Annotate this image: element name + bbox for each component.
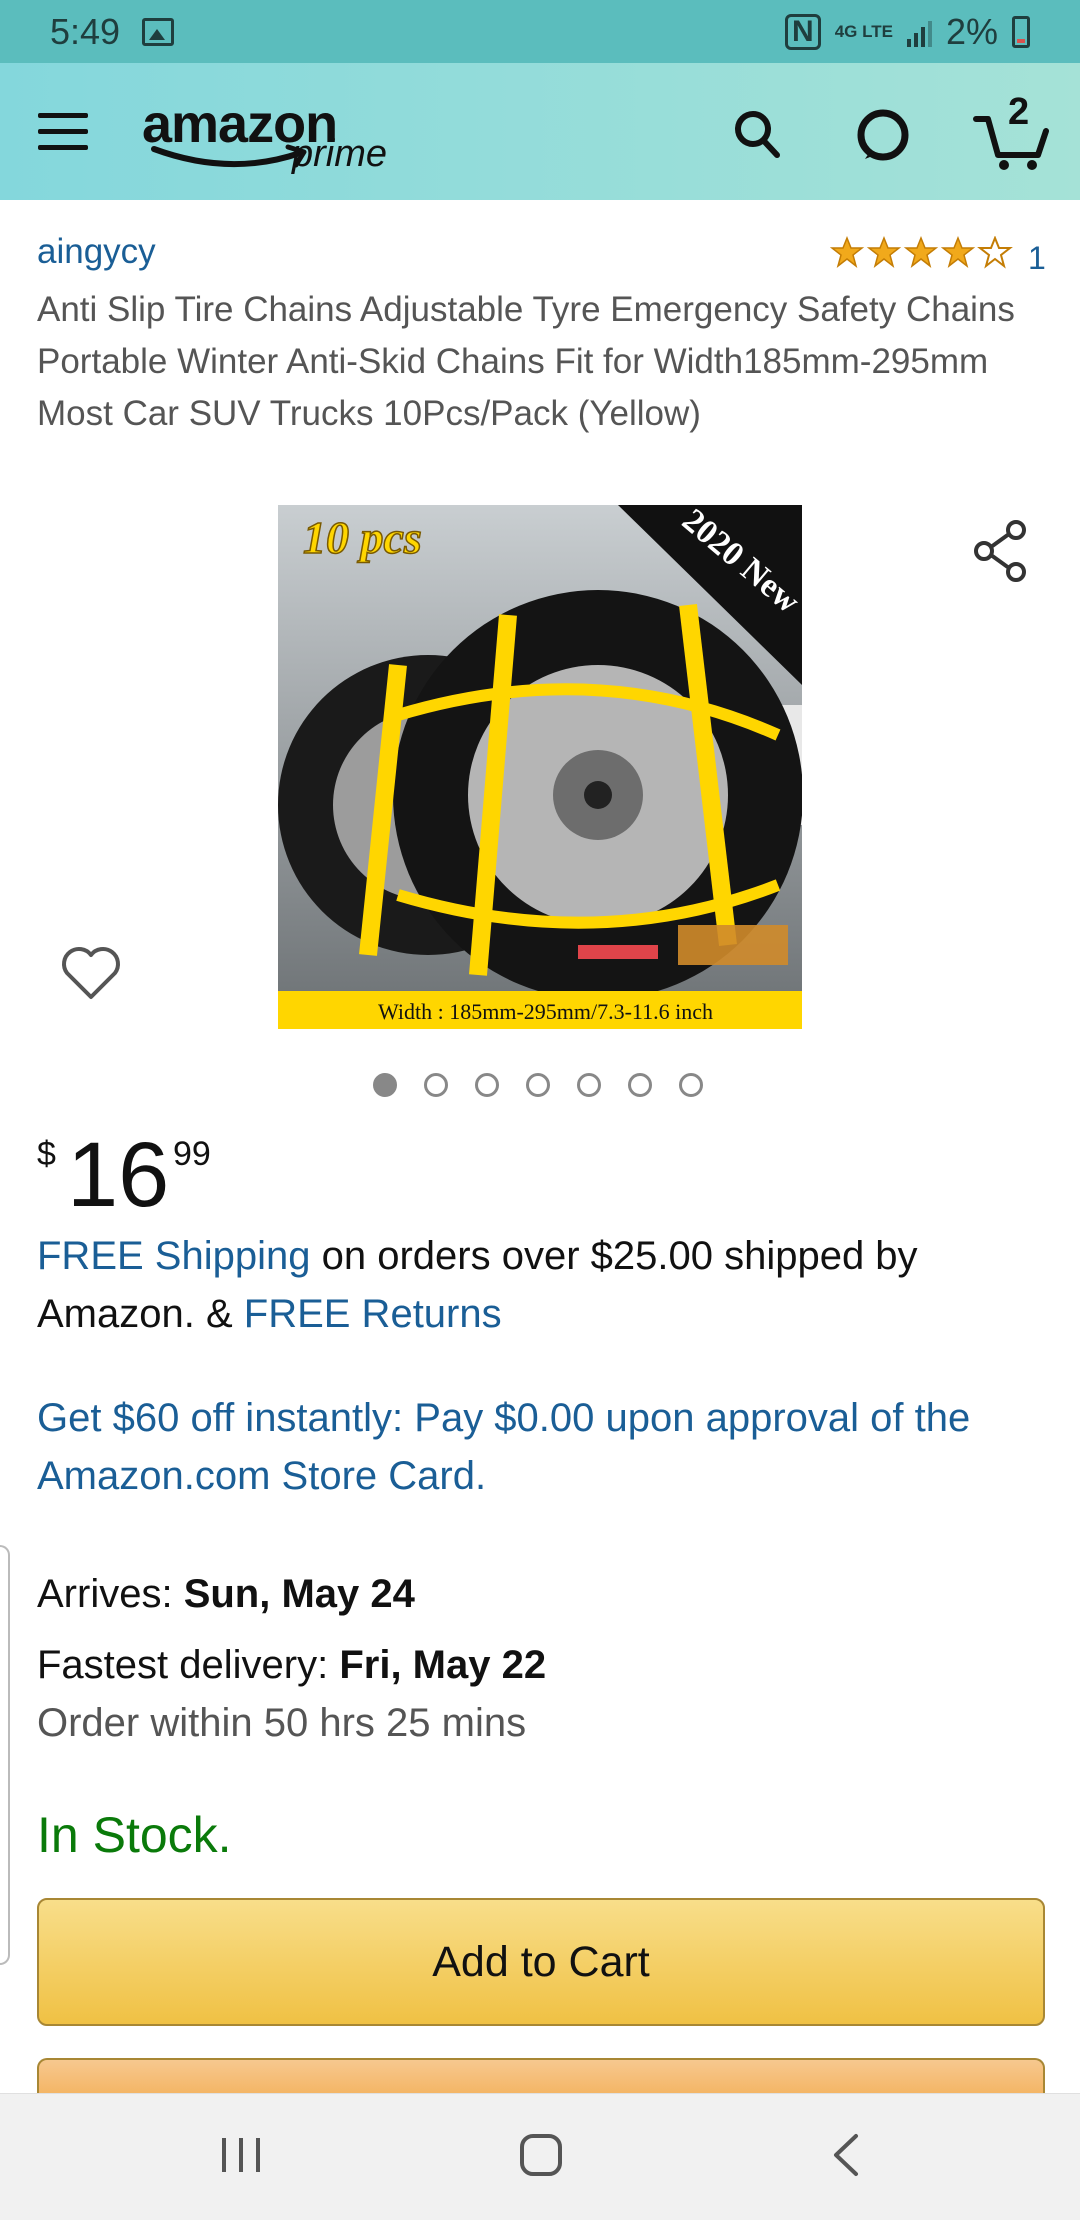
arrives-label: Arrives: — [37, 1572, 184, 1616]
amazon-prime-logo[interactable]: amazon prime — [142, 93, 412, 175]
status-icons: N 4G LTE 2% — [785, 11, 1030, 53]
menu-icon[interactable] — [38, 113, 88, 151]
search-icon[interactable] — [733, 108, 783, 162]
cart-count: 2 — [1008, 91, 1030, 133]
pagination-dot[interactable] — [373, 1073, 397, 1097]
pagination-dot[interactable] — [424, 1073, 448, 1097]
status-bar: 5:49 N 4G LTE 2% — [0, 0, 1080, 63]
arrives-date: Sun, May 24 — [183, 1572, 415, 1616]
pagination-dot[interactable] — [577, 1073, 601, 1097]
alexa-icon[interactable] — [855, 107, 911, 163]
arrival-info: Arrives: Sun, May 24 — [37, 1565, 415, 1623]
free-shipping-link[interactable]: FREE Shipping — [37, 1234, 310, 1278]
rating-count[interactable]: 1 — [1028, 240, 1046, 277]
shipping-info: FREE Shipping on orders over $25.00 ship… — [37, 1227, 1047, 1343]
image-width-caption: Width : 185mm-295mm/7.3-11.6 inch — [378, 999, 713, 1024]
home-icon[interactable] — [516, 2130, 566, 2180]
battery-icon — [1012, 15, 1030, 48]
back-icon[interactable] — [826, 2130, 866, 2180]
side-drawer-handle[interactable] — [0, 1545, 10, 1965]
signal-icon — [906, 17, 932, 47]
order-within-text: Order within 50 hrs 25 mins — [37, 1701, 527, 1745]
stock-status: In Stock. — [37, 1807, 232, 1863]
fastest-label: Fastest delivery: — [37, 1643, 340, 1687]
price-fraction: 99 — [173, 1135, 211, 1173]
price-currency: $ — [37, 1135, 56, 1173]
battery-percentage: 2% — [945, 10, 998, 52]
system-nav-bar — [0, 2093, 1080, 2220]
cart-button[interactable]: 2 — [972, 91, 1052, 173]
pagination-dot[interactable] — [526, 1073, 550, 1097]
product-title: Anti Slip Tire Chains Adjustable Tyre Em… — [37, 290, 1015, 433]
gallery-notification-icon — [142, 17, 175, 46]
price-whole: 16 — [67, 1124, 170, 1226]
star-rating[interactable] — [830, 236, 1020, 270]
fastest-date: Fri, May 22 — [339, 1643, 547, 1687]
share-icon[interactable] — [972, 520, 1028, 582]
logo-sub-text: prime — [292, 133, 388, 175]
network-type-label: 4G LTE — [834, 21, 893, 41]
pagination-dot[interactable] — [679, 1073, 703, 1097]
store-card-promo-link[interactable]: Get $60 off instantly: Pay $0.00 upon ap… — [37, 1389, 1047, 1505]
image-badge-pcs: 10 pcs — [303, 512, 422, 563]
pagination-dot[interactable] — [628, 1073, 652, 1097]
pagination-dot[interactable] — [475, 1073, 499, 1097]
recent-apps-icon[interactable] — [218, 2130, 264, 2180]
nfc-icon: N — [785, 13, 821, 50]
app-header: amazon prime 2 — [0, 63, 1080, 200]
heart-icon[interactable] — [60, 945, 122, 1001]
status-time: 5:49 — [50, 10, 121, 52]
fastest-delivery-info: Fastest delivery: Fri, May 22 — [37, 1636, 546, 1694]
product-image[interactable]: 2020 New 10 pcs Width : 185mm-295mm/7.3-… — [278, 505, 802, 1029]
product-photo: 2020 New 10 pcs Width : 185mm-295mm/7.3-… — [278, 505, 802, 1029]
brand-link[interactable]: aingycy — [37, 232, 156, 272]
add-to-cart-button[interactable]: Add to Cart — [37, 1898, 1045, 2026]
free-returns-link[interactable]: FREE Returns — [244, 1292, 502, 1336]
star-rating-icon — [830, 236, 1013, 269]
image-pagination — [373, 1073, 703, 1097]
